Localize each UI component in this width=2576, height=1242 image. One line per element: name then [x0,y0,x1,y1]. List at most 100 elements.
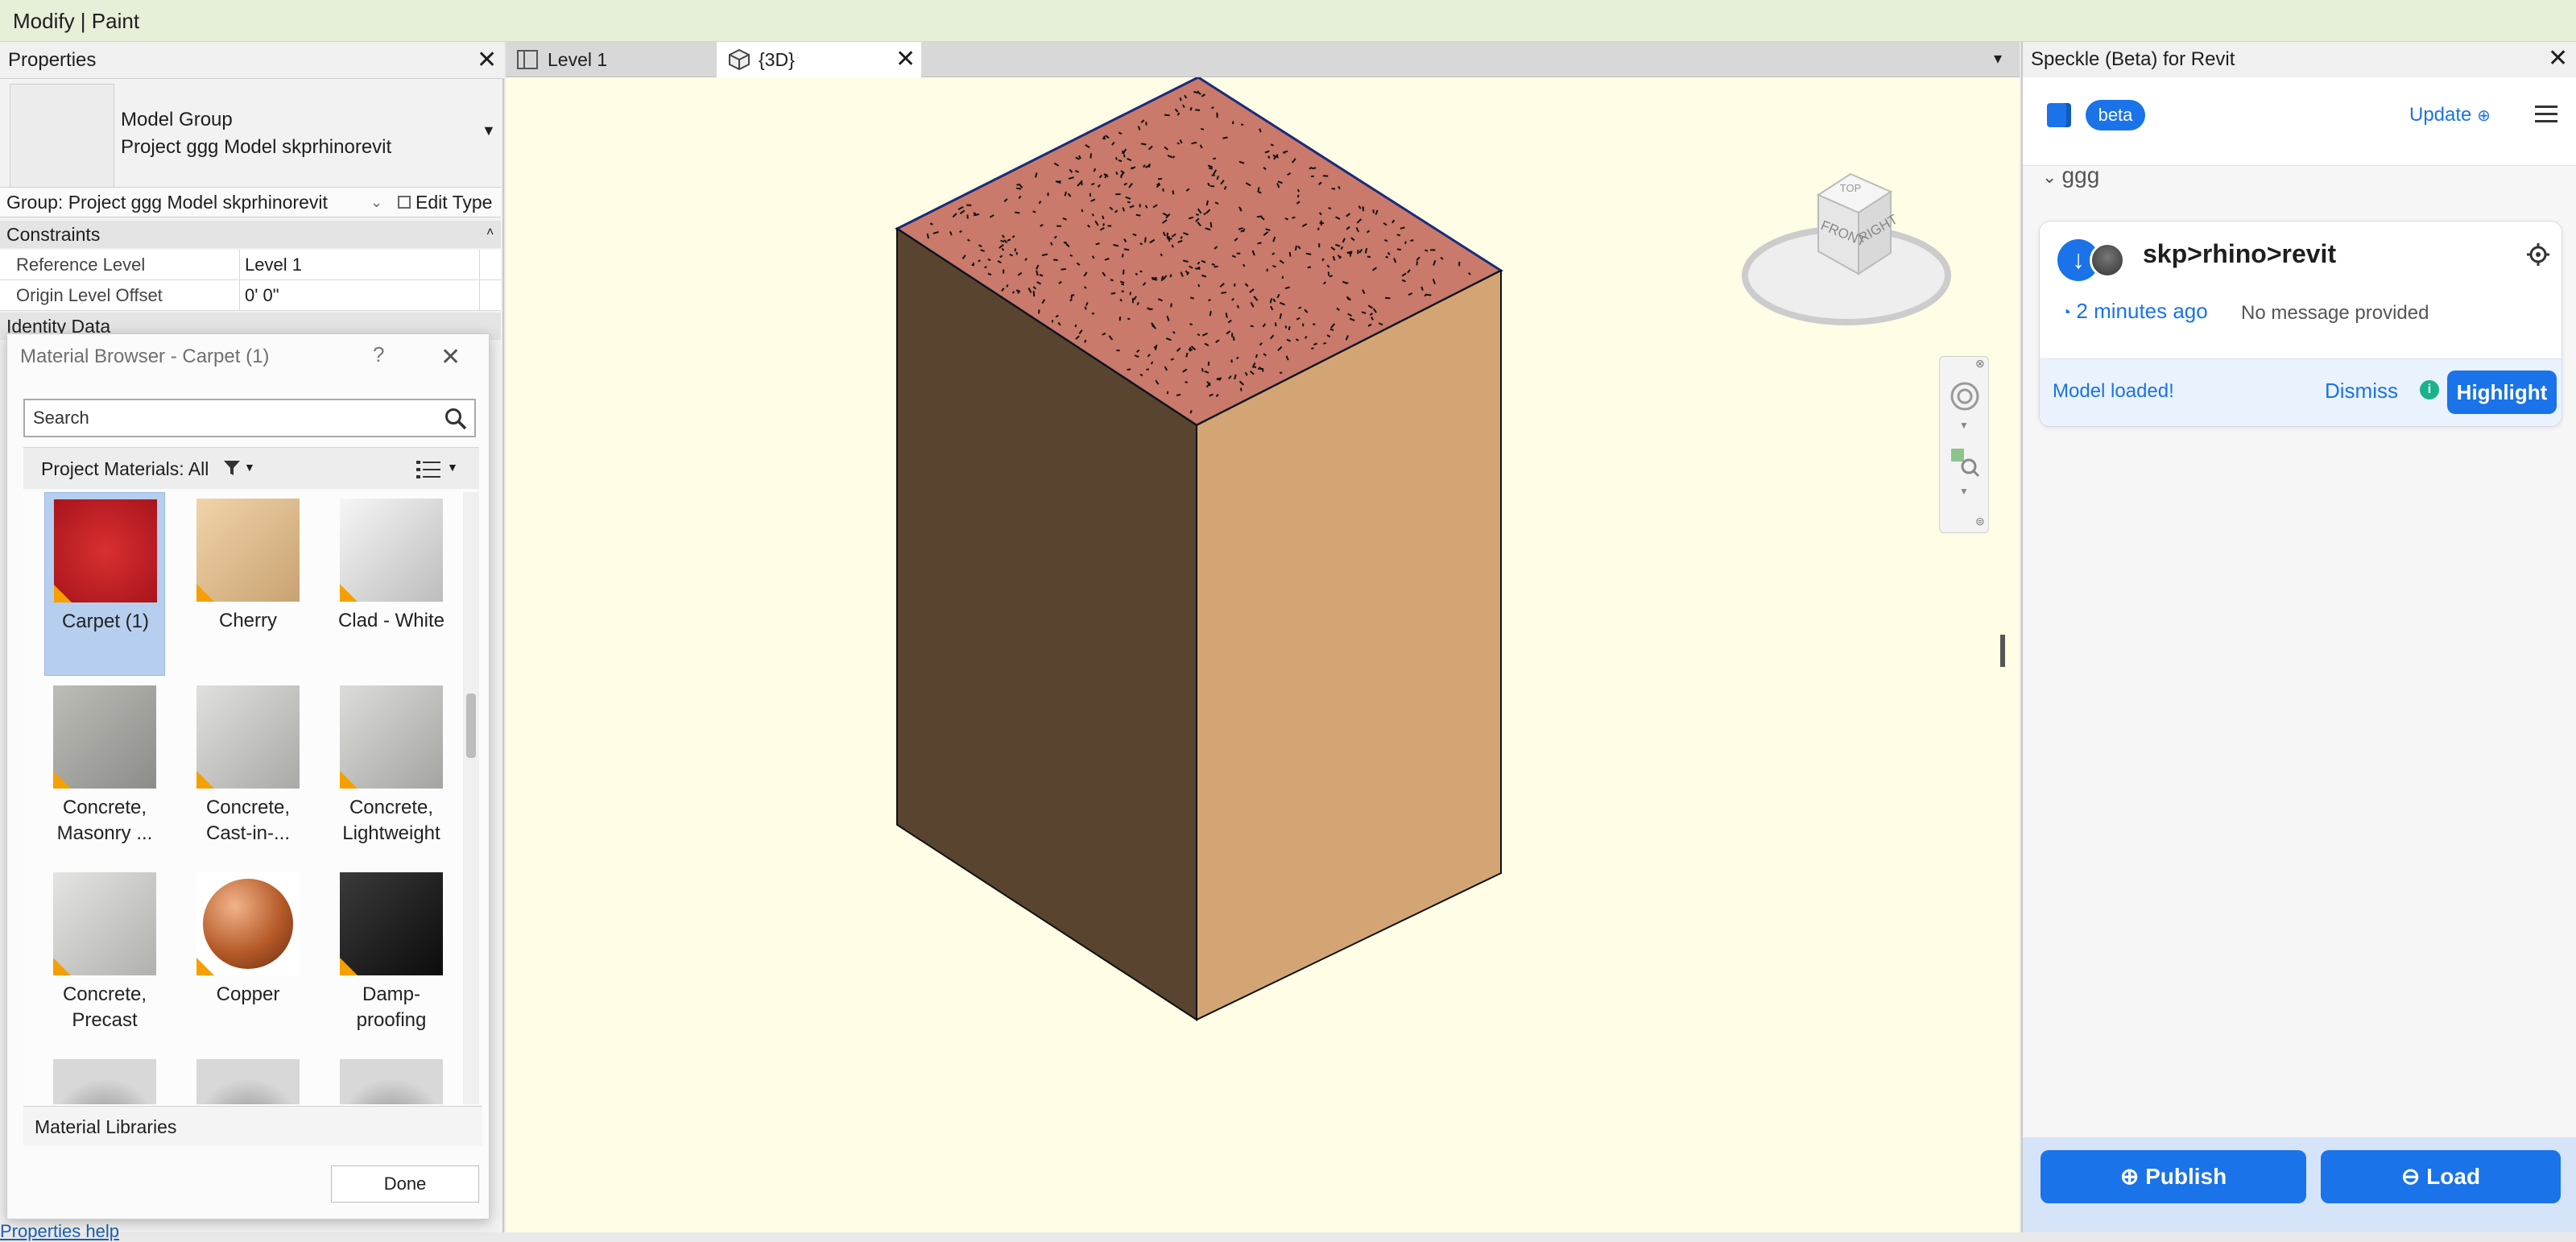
property-value[interactable]: Level 1 [242,250,480,280]
dismiss-button[interactable]: Dismiss [2325,379,2398,404]
carpet-speck [1185,382,1188,383]
close-icon[interactable]: ✕ [2548,47,2568,71]
material-grid: Carpet (1) Cherry Clad - White Concrete,… [23,492,463,1104]
project-group-toggle[interactable]: ⌄ ggg [2042,163,2099,188]
material-label: Concrete,Cast-in-... [188,795,308,847]
carpet-speck [1120,282,1124,283]
gear-icon[interactable] [2526,242,2550,267]
load-label: Load [2426,1164,2480,1189]
chevron-down-icon[interactable]: ▼ [1959,420,1969,431]
material-tile[interactable] [331,1053,452,1104]
material-browser-title: Material Browser - Carpet (1) [7,334,489,379]
version-time[interactable]: ◔ 2 minutes ago [2061,299,2208,324]
publish-button[interactable]: ⊕ Publish [2041,1150,2306,1203]
carpet-speck [1386,257,1388,258]
view-tabs: Level 1 {3D} ✕ ▾ [506,42,2020,77]
section-constraints[interactable]: Constraints ˄ [0,221,501,248]
options-icon[interactable]: ⊜ [1975,515,1985,528]
library-header: Project Materials: All ▼ ▼ [23,447,479,489]
done-button[interactable]: Done [331,1165,479,1203]
type-family-label: Model Group [121,106,391,134]
publish-label: Publish [2145,1164,2227,1189]
carpet-speck [1425,250,1428,251]
carpet-speck [1110,279,1114,280]
info-icon[interactable]: i [2420,380,2439,400]
close-icon[interactable]: ⊗ [1975,357,1985,371]
carpet-speck [1036,271,1037,275]
edit-type-button[interactable]: Edit Type [398,193,498,213]
material-swatch [54,499,157,602]
material-tile-concrete-precast[interactable]: Concrete,Precast [44,866,165,1049]
carpet-speck [1338,186,1340,189]
material-scrollbar[interactable] [463,492,479,1104]
carpet-speck [1243,264,1245,267]
material-tile-damp-proofing[interactable]: Damp-proofing [331,866,452,1049]
load-button[interactable]: ⊖ Load [2321,1150,2561,1203]
scrollbar-thumb[interactable] [466,693,476,758]
carpet-speck [1111,293,1115,294]
tab-3d[interactable]: {3D} ✕ [717,42,921,77]
list-view-icon[interactable] [416,459,440,480]
carpet-speck [1065,192,1066,196]
material-tile[interactable] [188,1053,308,1104]
zoom-icon[interactable] [1950,447,1980,478]
version-time-label: 2 minutes ago [2076,299,2207,323]
carpet-speck [1130,292,1131,295]
filter-dropdown-icon[interactable]: ▼ [244,446,255,488]
carpet-speck [1197,334,1200,335]
type-name[interactable]: Model Group Project ggg Model skprhinore… [121,106,391,161]
chevron-down-icon[interactable]: ▼ [1959,486,1969,497]
highlight-button[interactable]: Highlight [2447,371,2557,414]
update-button[interactable]: Update ⊕ [2409,100,2491,130]
material-tile-concrete-masonry[interactable]: Concrete,Masonry ... [44,679,165,863]
steering-wheel-icon[interactable] [1950,381,1980,412]
arrow-up-circle-icon: ⊕ [2477,107,2491,125]
menu-icon[interactable] [2535,105,2557,124]
material-swatch [340,1059,443,1104]
carpet-speck [1102,216,1103,219]
chevron-down-icon[interactable]: ⌄ [370,188,382,217]
material-search-input[interactable]: Search [23,399,476,437]
material-tile[interactable] [44,1053,165,1104]
carpet-speck [1330,329,1333,330]
tab-level-1[interactable]: Level 1 [506,42,715,77]
material-tile-cherry[interactable]: Cherry [188,492,308,676]
property-row[interactable]: Origin Level Offset 0' 0" [0,280,501,311]
view-canvas[interactable]: Level 1 {3D} ✕ ▾ TOP FRONT RIGHT ⊗ ▼ ▼ ⊜ [506,42,2020,1232]
filter-icon[interactable] [223,459,241,477]
property-value[interactable]: 0' 0" [242,280,480,311]
material-libraries-header[interactable]: Material Libraries [23,1106,482,1146]
collapse-icon[interactable]: ˄ [486,219,494,246]
carpet-speck [1223,138,1228,139]
tab-menu-icon[interactable]: ▾ [1994,48,2002,68]
properties-help-link[interactable]: Properties help [0,1221,119,1242]
material-tile-carpet[interactable]: Carpet (1) [44,492,165,676]
close-icon[interactable]: ✕ [440,346,461,370]
tab-label: Level 1 [548,49,607,70]
help-button[interactable]: ? [373,342,384,367]
carpet-speck [978,260,981,262]
close-icon[interactable]: ✕ [895,48,916,72]
carpet-speck [1172,190,1173,194]
carpet-speck [1210,311,1211,316]
instance-selector[interactable]: Group: Project ggg Model skprhinorevit ⌄… [0,187,501,217]
carpet-speck [1305,336,1307,338]
material-tile-concrete-cast-in[interactable]: Concrete,Cast-in-... [188,679,308,863]
material-tile-copper[interactable]: Copper [188,866,308,1049]
type-dropdown-icon[interactable]: ▼ [482,122,496,139]
carpet-speck [1070,255,1073,256]
material-tile-concrete-lightweight[interactable]: Concrete,Lightweight [331,679,452,863]
material-tile-clad-white[interactable]: Clad - White [331,492,452,676]
viewcube[interactable]: TOP FRONT RIGHT [1738,163,1955,332]
carpet-speck [1085,307,1086,310]
search-icon[interactable] [444,407,468,431]
carpet-speck [1397,234,1400,235]
carpet-speck [1212,264,1215,265]
chevron-down-icon: ⌄ [2042,167,2062,187]
close-icon[interactable]: ✕ [477,48,497,72]
carpet-speck [1272,266,1276,267]
property-row[interactable]: Reference Level Level 1 [0,250,501,280]
view-dropdown-icon[interactable]: ▼ [447,446,458,488]
splitter-handle[interactable] [2000,635,2005,667]
model-card[interactable]: ↓ skp>rhino>revit ◔ 2 minutes ago No mes… [2039,221,2562,427]
